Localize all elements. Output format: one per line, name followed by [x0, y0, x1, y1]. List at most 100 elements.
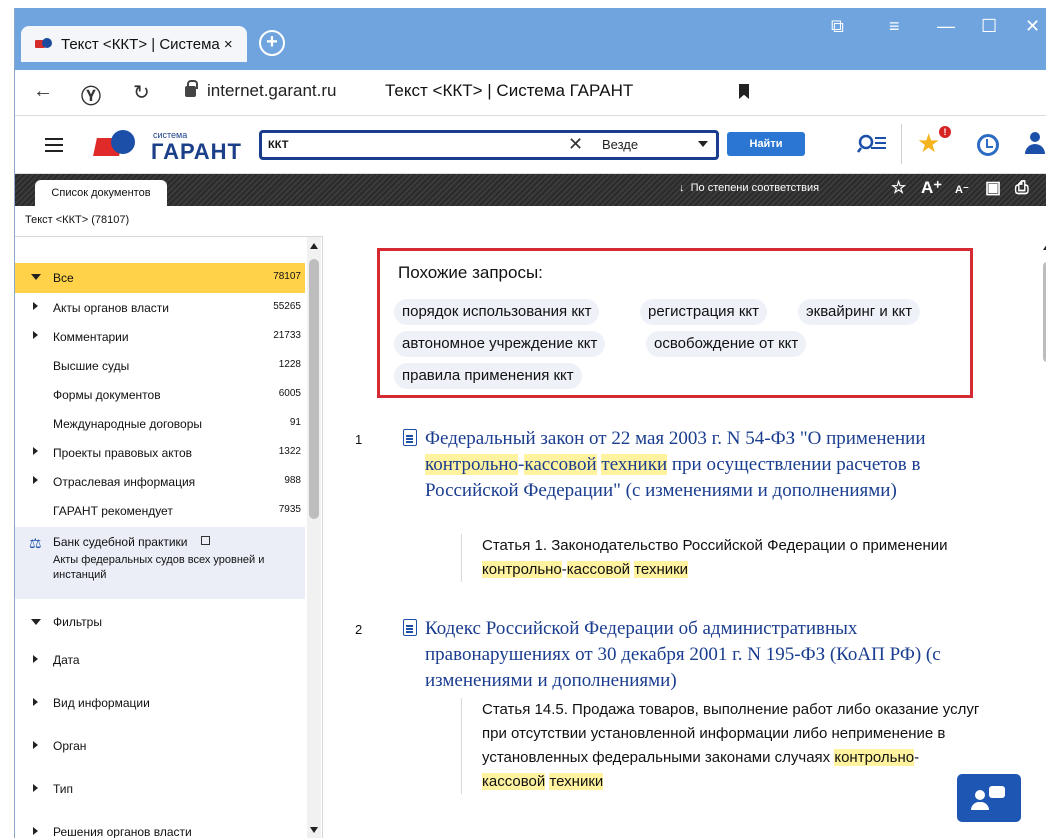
- filter-type[interactable]: Тип: [15, 770, 305, 810]
- search-input[interactable]: [268, 136, 558, 154]
- title-text: Федеральный закон от 22 мая 2003 г. N 54…: [425, 428, 926, 449]
- scroll-up-icon[interactable]: [310, 243, 318, 249]
- chevron-down-icon: [31, 619, 41, 625]
- external-link-icon: [201, 536, 210, 545]
- scroll-down-icon[interactable]: [310, 827, 318, 833]
- scroll-thumb[interactable]: [309, 259, 319, 519]
- reload-icon[interactable]: ↻: [133, 80, 150, 105]
- print-icon[interactable]: ⎙: [1015, 178, 1029, 198]
- support-chat-button[interactable]: [957, 774, 1021, 822]
- filter-info-type[interactable]: Вид информации: [15, 684, 305, 724]
- category-high-courts[interactable]: Высшие суды 1228: [15, 351, 305, 381]
- category-count: 1228: [278, 359, 301, 370]
- browser-tab[interactable]: Текст <ККТ> | Система ×: [21, 26, 247, 62]
- tabs-overview-icon[interactable]: ⧉: [831, 16, 844, 37]
- similar-query-chip[interactable]: автономное учреждение ккт: [394, 331, 606, 357]
- chevron-right-icon: [33, 476, 38, 484]
- result-article-link[interactable]: Статья 14.5. Продажа товаров, выполнение…: [461, 698, 981, 794]
- category-industry[interactable]: Отраслевая информация 988: [15, 467, 305, 497]
- garant-header: система ГАРАНТ ✕ Везде Найти ★ !: [15, 116, 1046, 174]
- category-acts[interactable]: Акты органов власти 55265: [15, 293, 305, 323]
- highlight: техники: [549, 773, 604, 790]
- category-count: 78107: [273, 271, 301, 282]
- result-number: 1: [355, 432, 363, 447]
- left-scrollbar[interactable]: [307, 237, 321, 838]
- user-icon[interactable]: [1025, 132, 1045, 156]
- filters-header[interactable]: Фильтры: [15, 603, 305, 643]
- chevron-right-icon: [33, 741, 38, 749]
- chat-bubble-icon: [989, 786, 1005, 798]
- find-button[interactable]: Найти: [727, 132, 805, 156]
- chat-person-icon: [975, 790, 985, 800]
- chevron-right-icon: [33, 698, 38, 706]
- favorites-star-icon[interactable]: ★: [917, 128, 940, 159]
- maximize-icon[interactable]: ☐: [981, 16, 997, 37]
- document-icon: [403, 619, 417, 636]
- document-icon: [403, 429, 417, 446]
- result-article-link[interactable]: Статья 1. Законодательство Российской Фе…: [461, 534, 981, 582]
- category-count: 7935: [278, 504, 301, 515]
- clear-search-icon[interactable]: ✕: [568, 134, 583, 155]
- result-number: 2: [355, 622, 363, 637]
- similar-query-chip[interactable]: правила применения ккт: [394, 363, 582, 389]
- menu-icon[interactable]: ≡: [889, 16, 900, 37]
- category-forms[interactable]: Формы документов 6005: [15, 380, 305, 410]
- similar-query-chip[interactable]: освобождение от ккт: [646, 331, 807, 357]
- font-increase-icon[interactable]: A⁺: [921, 178, 942, 198]
- left-panel: Все 78107 Акты органов власти 55265 Комм…: [15, 236, 323, 838]
- filters-title: Фильтры: [53, 615, 102, 629]
- bookmark-icon[interactable]: [739, 84, 749, 99]
- search-settings-icon[interactable]: [857, 132, 887, 156]
- judicial-title: Банк судебной практики: [53, 535, 188, 549]
- category-label: Формы документов: [53, 388, 161, 402]
- chevron-right-icon: [33, 302, 38, 310]
- similar-query-chip[interactable]: порядок использования ккт: [394, 299, 600, 325]
- category-drafts[interactable]: Проекты правовых актов 1322: [15, 438, 305, 468]
- search-scope-select[interactable]: Везде: [602, 137, 712, 152]
- hamburger-menu-icon[interactable]: [45, 138, 63, 152]
- favorites-badge: !: [939, 126, 951, 138]
- back-icon[interactable]: ←: [33, 80, 53, 103]
- garant-logo[interactable]: система ГАРАНТ: [93, 126, 245, 166]
- chevron-right-icon: [33, 331, 38, 339]
- filter-label: Дата: [53, 653, 80, 667]
- category-label: ГАРАНТ рекомендует: [53, 504, 173, 518]
- similar-query-chip[interactable]: эквайринг и ккт: [798, 299, 921, 325]
- filter-date[interactable]: Дата: [15, 641, 305, 681]
- chevron-right-icon: [33, 655, 38, 663]
- favorite-add-icon[interactable]: ☆: [891, 178, 906, 198]
- font-decrease-icon[interactable]: A⁻: [955, 183, 969, 196]
- judicial-practice-link[interactable]: ⚖ Банк судебной практики Акты федеральны…: [15, 527, 305, 599]
- category-comments[interactable]: Комментарии 21733: [15, 322, 305, 352]
- yandex-icon[interactable]: Ⓨ: [81, 80, 101, 109]
- filter-organ[interactable]: Орган: [15, 727, 305, 767]
- documents-toolbar: Список документов ↓ По степени соответст…: [15, 174, 1046, 206]
- minimize-icon[interactable]: —: [937, 16, 955, 37]
- new-tab-plus-icon[interactable]: +: [259, 30, 285, 56]
- close-window-icon[interactable]: ✕: [1025, 16, 1040, 37]
- filter-label: Решения органов власти: [53, 825, 192, 838]
- similar-query-chip[interactable]: регистрация ккт: [640, 299, 768, 325]
- result-title-link[interactable]: Федеральный закон от 22 мая 2003 г. N 54…: [425, 426, 1005, 504]
- highlight: техники: [634, 561, 689, 578]
- result-title-link[interactable]: Кодекс Российской Федерации об администр…: [425, 616, 1005, 694]
- save-icon[interactable]: ▣: [985, 178, 1001, 198]
- category-intl[interactable]: Международные договоры 91: [15, 409, 305, 439]
- sort-select[interactable]: ↓ По степени соответствия: [679, 182, 819, 194]
- page-title: Текст <ККТ> | Система ГАРАНТ: [385, 81, 634, 100]
- results-panel: Похожие запросы: порядок использования к…: [325, 236, 1046, 838]
- chevron-right-icon: [33, 827, 38, 835]
- header-divider: [901, 124, 902, 164]
- category-label: Высшие суды: [53, 359, 130, 373]
- sort-label: По степени соответствия: [690, 182, 820, 194]
- filter-decisions[interactable]: Решения органов власти: [15, 813, 305, 838]
- category-recommends[interactable]: ГАРАНТ рекомендует 7935: [15, 496, 305, 526]
- logo-name: ГАРАНТ: [151, 139, 242, 164]
- category-all[interactable]: Все 78107: [15, 263, 305, 293]
- url-text[interactable]: internet.garant.ru: [207, 81, 336, 101]
- history-icon[interactable]: [977, 134, 999, 156]
- category-label: Все: [53, 271, 74, 285]
- category-label: Проекты правовых актов: [53, 446, 193, 460]
- tab-document-list[interactable]: Список документов: [35, 180, 167, 206]
- judicial-subtitle: Акты федеральных судов всех уровней и ин…: [53, 554, 265, 581]
